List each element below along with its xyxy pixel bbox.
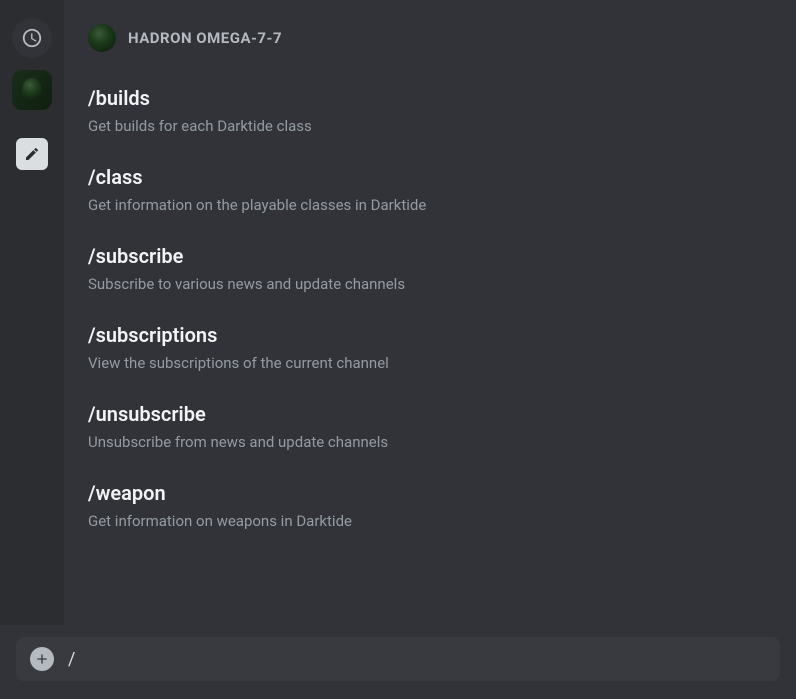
recent-icon[interactable] (12, 18, 52, 58)
command-name: /weapon (88, 481, 772, 505)
command-description: View the subscriptions of the current ch… (88, 353, 772, 374)
command-subscribe[interactable]: /subscribe Subscribe to various news and… (88, 234, 772, 313)
command-description: Unsubscribe from news and update channel… (88, 432, 772, 453)
command-description: Get information on weapons in Darktide (88, 511, 772, 532)
edit-button[interactable] (16, 138, 48, 170)
command-builds[interactable]: /builds Get builds for each Darktide cla… (88, 76, 772, 155)
command-subscriptions[interactable]: /subscriptions View the subscriptions of… (88, 313, 772, 392)
main-area: HADRON OMEGA-7-7 /builds Get builds for … (0, 0, 796, 625)
command-name: /class (88, 165, 772, 189)
bot-name: HADRON OMEGA-7-7 (128, 29, 282, 47)
command-name: /subscribe (88, 244, 772, 268)
command-description: Get information on the playable classes … (88, 195, 772, 216)
plus-icon (34, 651, 50, 667)
command-list: HADRON OMEGA-7-7 /builds Get builds for … (64, 0, 796, 625)
bot-avatar[interactable] (12, 70, 52, 110)
message-input-bar (0, 625, 796, 699)
command-name: /builds (88, 86, 772, 110)
clock-icon (21, 27, 43, 49)
bot-header: HADRON OMEGA-7-7 (88, 24, 772, 52)
add-attachment-button[interactable] (30, 647, 54, 671)
pencil-icon (24, 146, 40, 162)
sidebar (0, 0, 64, 625)
message-input[interactable] (68, 649, 766, 670)
command-weapon[interactable]: /weapon Get information on weapons in Da… (88, 471, 772, 550)
command-description: Get builds for each Darktide class (88, 116, 772, 137)
command-description: Subscribe to various news and update cha… (88, 274, 772, 295)
command-unsubscribe[interactable]: /unsubscribe Unsubscribe from news and u… (88, 392, 772, 471)
command-class[interactable]: /class Get information on the playable c… (88, 155, 772, 234)
command-name: /unsubscribe (88, 402, 772, 426)
command-name: /subscriptions (88, 323, 772, 347)
bot-header-avatar (88, 24, 116, 52)
message-input-container (16, 637, 780, 681)
